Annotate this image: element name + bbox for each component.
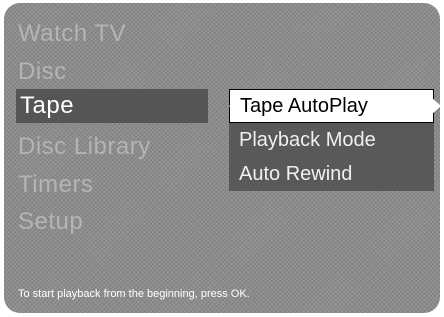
menu-screen: Watch TV Disc Tape Disc Library Timers S…: [4, 3, 440, 313]
tape-submenu: Tape AutoPlay Playback Mode Auto Rewind: [229, 89, 434, 191]
main-menu-item-disc-library[interactable]: Disc Library: [18, 130, 151, 164]
submenu-item-tape-autoplay[interactable]: Tape AutoPlay: [229, 89, 434, 123]
submenu-item-playback-mode[interactable]: Playback Mode: [229, 123, 434, 157]
right-arrow-icon[interactable]: [432, 98, 440, 114]
left-arrow-icon[interactable]: [229, 98, 238, 114]
submenu-item-auto-rewind[interactable]: Auto Rewind: [229, 157, 434, 191]
status-hint-text: To start playback from the beginning, pr…: [18, 288, 250, 300]
main-menu-item-tape[interactable]: Tape: [16, 89, 208, 123]
main-menu-item-disc[interactable]: Disc: [18, 55, 67, 89]
main-menu-item-setup[interactable]: Setup: [18, 205, 83, 239]
main-menu-item-watch-tv[interactable]: Watch TV: [18, 17, 126, 51]
main-menu-item-timers[interactable]: Timers: [18, 168, 93, 202]
